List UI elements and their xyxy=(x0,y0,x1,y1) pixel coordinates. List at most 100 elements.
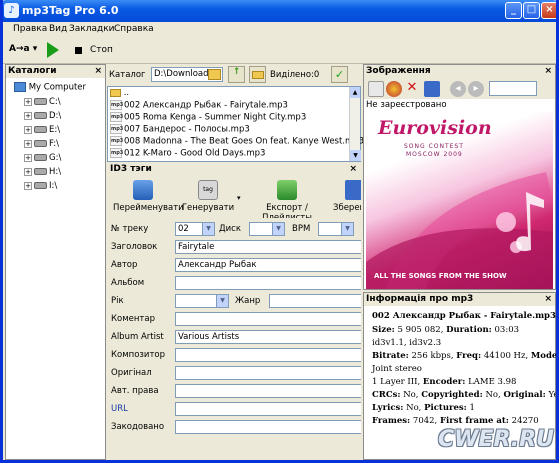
drive-icon xyxy=(34,140,47,147)
composer-field[interactable] xyxy=(175,348,361,362)
open-folder-button[interactable] xyxy=(249,66,266,83)
list-item[interactable]: mp3008 Madonna - The Beat Goes On feat. … xyxy=(110,136,364,148)
play-icon[interactable] xyxy=(47,42,59,58)
url-label[interactable]: URL xyxy=(111,404,128,414)
tree-drive[interactable]: + G:\ xyxy=(24,153,61,166)
info-frames-line: Frames: 7042, First frame at: 24270 xyxy=(372,416,539,426)
save-button[interactable]: Зберег xyxy=(333,180,361,216)
list-item[interactable]: mp3012 K-Maro - Good Old Days.mp3 xyxy=(110,148,265,160)
close-icon[interactable]: × xyxy=(349,164,357,174)
info-header: Інформація про mp3 × xyxy=(364,293,555,306)
export-button[interactable]: Експорт / Плейлисты xyxy=(245,180,329,218)
delete-icon[interactable]: ✕ xyxy=(404,81,420,97)
save-icon[interactable] xyxy=(424,81,440,97)
new-icon[interactable] xyxy=(368,81,384,97)
up-folder-button[interactable]: ↑ xyxy=(228,66,245,83)
watermark: CWER.RU xyxy=(438,427,554,452)
drive-icon xyxy=(34,182,47,189)
close-icon[interactable]: × xyxy=(544,293,552,305)
cover-brand: Eurovision xyxy=(378,117,492,139)
close-button[interactable]: × xyxy=(541,2,556,19)
list-item[interactable]: mp3002 Александр Рыбак - Fairytale.mp3 xyxy=(110,100,288,112)
export-icon xyxy=(277,180,297,200)
mp3-icon: mp3 xyxy=(110,100,124,110)
close-icon[interactable]: × xyxy=(544,65,552,77)
menu-view[interactable]: Вид xyxy=(49,24,67,34)
image-panel-header: Зображення × xyxy=(364,65,555,78)
tree-drive[interactable]: + F:\ xyxy=(24,139,59,152)
color-icon[interactable] xyxy=(386,81,402,97)
list-item[interactable]: mp3007 Бандерос - Полосы.mp3 xyxy=(110,124,250,136)
checkmark-button[interactable]: ✓ xyxy=(331,66,348,83)
image-toolbar: ✕ ◂ ▸ xyxy=(366,80,554,98)
menu-help[interactable]: Справка xyxy=(114,24,154,34)
info-filename: 002 Александр Рыбак - Fairytale.mp3 xyxy=(372,311,556,321)
original-label: Оригінал xyxy=(111,368,152,378)
drive-icon xyxy=(34,98,47,105)
genre-label: Жанр xyxy=(235,296,261,306)
tree-drive[interactable]: + H:\ xyxy=(24,167,61,180)
folder-icon[interactable] xyxy=(208,69,221,80)
tree-root[interactable]: My Computer xyxy=(14,82,86,95)
tree-drive[interactable]: + I:\ xyxy=(24,181,57,194)
url-field[interactable] xyxy=(175,402,361,416)
comment-field[interactable] xyxy=(175,312,361,326)
catalogs-header: Каталоги × xyxy=(6,65,105,78)
case-mode-button[interactable]: A→a ▾ xyxy=(9,44,37,54)
title-field[interactable]: Fairytale xyxy=(175,240,361,254)
copyright-field[interactable] xyxy=(175,384,361,398)
close-icon[interactable]: × xyxy=(94,65,102,77)
tree-drive[interactable]: + E:\ xyxy=(24,125,60,138)
genre-field[interactable] xyxy=(269,294,361,308)
artist-field[interactable]: Александр Рыбак xyxy=(175,258,361,272)
mp3-icon: mp3 xyxy=(110,124,124,134)
list-item[interactable]: .. xyxy=(110,88,129,100)
rename-button[interactable]: Перейменувати xyxy=(113,180,184,216)
image-index-field[interactable] xyxy=(489,81,537,96)
disk-field[interactable]: ▼ xyxy=(249,222,285,236)
original-field[interactable] xyxy=(175,366,361,380)
folder-icon xyxy=(252,71,264,79)
catalog-label: Каталог xyxy=(109,70,146,80)
drive-icon xyxy=(34,112,47,119)
menu-edit[interactable]: Правка xyxy=(13,24,47,34)
minimize-button[interactable]: _ xyxy=(505,2,522,19)
info-crc-line: CRCs: No, Copyrighted: No, Original: Yes xyxy=(372,390,559,400)
track-field[interactable]: 02 ▼ xyxy=(175,222,215,236)
menu-bookmarks[interactable]: Закладки xyxy=(69,24,115,34)
info-tags-line: id3v1.1, id3v2.3 xyxy=(372,338,442,348)
image-panel: Зображення × ✕ ◂ ▸ Не зареєстровано Eurov… xyxy=(363,64,556,290)
generate-button[interactable]: tag Генерувати xyxy=(179,180,237,216)
composer-label: Композитор xyxy=(111,350,165,360)
encoded-field[interactable] xyxy=(175,420,361,434)
file-list-scrollbar[interactable]: ▲ ▼ xyxy=(349,87,361,161)
stop-button[interactable]: Стоп xyxy=(90,45,113,55)
info-size-line: Size: 5 905 082, Duration: 03:03 xyxy=(372,325,520,335)
track-label: № треку xyxy=(111,224,149,234)
id3-header: ID3 тэги × xyxy=(107,164,361,177)
year-field[interactable]: ▼ xyxy=(175,294,229,308)
chevron-down-icon[interactable]: ▾ xyxy=(237,194,241,202)
cover-area: Не зареєстровано Eurovision SONG CONTEST… xyxy=(364,99,555,289)
album-field[interactable] xyxy=(175,276,361,290)
comment-label: Коментар xyxy=(111,314,155,324)
computer-icon xyxy=(14,82,26,92)
registration-status: Не зареєстровано xyxy=(366,100,447,110)
folder-icon xyxy=(110,88,121,97)
drive-icon xyxy=(34,126,47,133)
tree-drive[interactable]: + C:\ xyxy=(24,97,61,110)
tag-icon: tag xyxy=(198,180,218,200)
arrow-left-icon[interactable]: ◂ xyxy=(450,81,466,97)
maximize-button[interactable]: □ xyxy=(523,2,540,19)
window-title: mp3Tag Pro 6.0 xyxy=(22,4,119,17)
arrow-right-icon[interactable]: ▸ xyxy=(468,81,484,97)
stop-icon[interactable] xyxy=(75,47,82,54)
album-artist-field[interactable]: Various Artists xyxy=(175,330,361,344)
info-bitrate-line: Bitrate: 256 kbps, Freq: 44100 Hz, Mode: xyxy=(372,351,559,361)
scroll-up-icon: ▲ xyxy=(350,87,360,98)
bpm-field[interactable]: ▼ xyxy=(318,222,354,236)
rename-icon xyxy=(133,180,153,200)
mp3-icon: mp3 xyxy=(110,112,124,122)
list-item[interactable]: mp3005 Roma Kenga - Summer Night City.mp… xyxy=(110,112,306,124)
tree-drive[interactable]: + D:\ xyxy=(24,111,61,124)
